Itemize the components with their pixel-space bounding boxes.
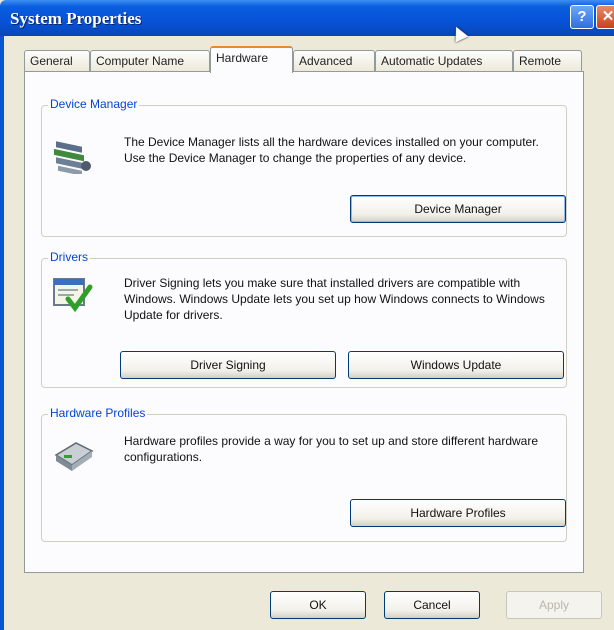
title-bar[interactable]: System Properties ? ✕ <box>0 0 614 43</box>
tab-label: General <box>30 54 73 68</box>
tab-label: Hardware <box>216 51 269 65</box>
tab-general[interactable]: General <box>24 50 90 72</box>
help-button[interactable]: ? <box>570 5 594 29</box>
device-manager-legend: Device Manager <box>48 97 140 111</box>
device-manager-description: The Device Manager lists all the hardwar… <box>124 135 539 165</box>
drivers-legend: Drivers <box>48 250 90 264</box>
windows-update-button[interactable]: Windows Update <box>348 351 564 379</box>
drivers-group: Drivers Driver Signing lets you make sur… <box>41 250 567 388</box>
tab-label: Remote <box>519 54 562 68</box>
tab-label: Computer Name <box>96 54 185 68</box>
close-icon: ✕ <box>601 8 614 25</box>
button-label: Apply <box>538 598 570 612</box>
tab-computer-name[interactable]: Computer Name <box>90 50 210 72</box>
button-label: Cancel <box>413 598 451 612</box>
driver-signing-icon <box>53 278 93 313</box>
device-manager-button[interactable]: Device Manager <box>350 195 566 223</box>
hardware-profiles-legend: Hardware Profiles <box>48 406 148 420</box>
button-label: OK <box>309 598 327 612</box>
button-label: Device Manager <box>414 202 502 216</box>
hardware-profiles-group: Hardware Profiles Hardware profiles prov… <box>41 406 567 542</box>
tab-hardware[interactable]: Hardware <box>210 46 293 73</box>
ok-button[interactable]: OK <box>270 591 366 619</box>
tab-advanced[interactable]: Advanced <box>293 50 375 72</box>
apply-button[interactable]: Apply <box>506 591 602 619</box>
tab-label: Automatic Updates <box>381 54 483 68</box>
device-manager-icon <box>54 141 91 174</box>
system-properties-window: System Properties ? ✕ General Computer N… <box>0 0 614 630</box>
tab-strip: General Computer Name Hardware Advanced … <box>24 46 584 73</box>
tab-automatic-updates[interactable]: Automatic Updates <box>375 50 513 72</box>
help-icon: ? <box>577 8 587 25</box>
hardware-tab-panel: Device Manager The Device Manager lists … <box>24 71 584 573</box>
cancel-button[interactable]: Cancel <box>384 591 480 619</box>
button-label: Windows Update <box>410 358 502 372</box>
mouse-cursor-icon <box>449 23 469 43</box>
device-manager-group: Device Manager The Device Manager lists … <box>41 97 567 237</box>
hardware-profiles-button[interactable]: Hardware Profiles <box>350 499 566 527</box>
tab-label: Advanced <box>299 54 353 68</box>
window-title: System Properties <box>10 9 142 28</box>
button-label: Hardware Profiles <box>410 506 506 520</box>
driver-signing-button[interactable]: Driver Signing <box>120 351 336 379</box>
button-label: Driver Signing <box>190 358 266 372</box>
hardware-profiles-description: Hardware profiles provide a way for you … <box>124 434 538 464</box>
drivers-description: Driver Signing lets you make sure that i… <box>124 276 545 322</box>
hardware-profiles-icon <box>54 442 94 471</box>
tab-remote[interactable]: Remote <box>513 50 582 72</box>
close-button[interactable]: ✕ <box>596 5 614 29</box>
window-frame <box>0 36 4 630</box>
